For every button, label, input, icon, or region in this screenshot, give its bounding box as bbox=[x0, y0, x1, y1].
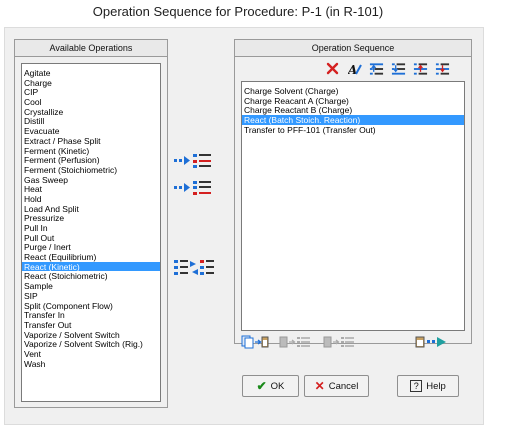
move-to-bottom-button[interactable] bbox=[391, 61, 406, 76]
available-operation-item[interactable]: Transfer Out bbox=[22, 320, 160, 330]
checkmark-icon: ✔ bbox=[256, 379, 267, 393]
available-operation-item[interactable]: Pressurize bbox=[22, 213, 160, 223]
copy-operation-button[interactable] bbox=[241, 335, 269, 349]
available-operation-item[interactable]: Pull Out bbox=[22, 233, 160, 243]
rename-operation-button[interactable]: A bbox=[347, 61, 362, 76]
available-operation-item[interactable]: Heat bbox=[22, 184, 160, 194]
move-to-top-button[interactable] bbox=[369, 61, 384, 76]
help-icon: ? bbox=[410, 380, 423, 392]
sequence-toolbar: A bbox=[325, 61, 450, 77]
dialog-window: Operation Sequence for Procedure: P-1 (i… bbox=[0, 0, 506, 430]
available-operation-item[interactable]: Vaporize / Solvent Switch bbox=[22, 330, 160, 340]
replace-operation-button[interactable] bbox=[172, 258, 216, 278]
help-button[interactable]: ? Help bbox=[397, 375, 459, 397]
sequence-operation-item[interactable]: Transfer to PFF-101 (Transfer Out) bbox=[242, 125, 464, 135]
available-operation-item[interactable]: Pull In bbox=[22, 223, 160, 233]
available-operation-item[interactable]: Gas Sweep bbox=[22, 175, 160, 185]
available-operation-item[interactable]: Ferment (Perfusion) bbox=[22, 155, 160, 165]
available-operation-item[interactable]: Wash bbox=[22, 359, 160, 369]
available-operation-item[interactable]: React (Equilibrium) bbox=[22, 252, 160, 262]
available-operation-item[interactable]: Evacuate bbox=[22, 126, 160, 136]
paste-operation-icon bbox=[323, 336, 354, 348]
cancel-label: Cancel bbox=[328, 380, 359, 392]
sequence-operation-item[interactable]: Charge Solvent (Charge) bbox=[242, 86, 464, 96]
replace-operation-icon bbox=[174, 260, 214, 275]
move-down-icon bbox=[435, 62, 450, 75]
available-operation-item[interactable]: CIP bbox=[22, 87, 160, 98]
move-to-bottom-icon bbox=[391, 62, 406, 75]
available-operation-item[interactable]: Ferment (Kinetic) bbox=[22, 146, 160, 156]
available-operation-item[interactable]: SIP bbox=[22, 291, 160, 301]
add-to-end-button[interactable] bbox=[172, 178, 216, 198]
available-operation-item[interactable]: Transfer In bbox=[22, 310, 160, 320]
paste-operation-icon bbox=[279, 336, 310, 348]
available-operation-item[interactable]: Extract / Phase Split bbox=[22, 136, 160, 146]
available-operation-item[interactable]: Split (Component Flow) bbox=[22, 301, 160, 311]
available-operation-item[interactable]: Load And Split bbox=[22, 204, 160, 214]
available-operation-item[interactable]: Crystallize bbox=[22, 107, 160, 117]
ok-button[interactable]: ✔ OK bbox=[242, 375, 299, 397]
available-operations-header: Available Operations bbox=[15, 40, 167, 57]
dialog-client: Available Operations Agitate Charge CIP Coo… bbox=[4, 27, 484, 425]
available-operation-item[interactable]: Vent bbox=[22, 349, 160, 359]
available-operation-item[interactable]: Agitate bbox=[22, 68, 160, 78]
operation-sequence-panel: Operation Sequence A Charge Solvent (Cha… bbox=[234, 39, 472, 344]
available-operation-item[interactable]: Purge / Inert bbox=[22, 242, 160, 253]
copy-operation-icon bbox=[241, 335, 269, 349]
available-operation-item[interactable]: Distill bbox=[22, 116, 160, 127]
sequence-operation-item[interactable]: React (Batch Stoich. Reaction) bbox=[242, 115, 464, 125]
available-operation-item[interactable]: Ferment (Stoichiometric) bbox=[22, 165, 160, 175]
cancel-button[interactable]: ✕ Cancel bbox=[304, 375, 369, 397]
export-sequence-button[interactable] bbox=[415, 335, 449, 349]
available-operation-item[interactable]: Cool bbox=[22, 97, 160, 107]
rename-icon: A bbox=[348, 63, 362, 76]
available-operation-item[interactable]: React (Stoichiometric) bbox=[22, 271, 160, 282]
insert-after-selected-button[interactable] bbox=[172, 151, 216, 171]
move-up-icon bbox=[413, 62, 428, 75]
add-after-selected-icon bbox=[174, 154, 211, 168]
ok-label: OK bbox=[270, 380, 285, 392]
delete-x-icon bbox=[326, 62, 339, 75]
operation-sequence-header: Operation Sequence bbox=[235, 40, 471, 57]
available-operation-item[interactable]: React (Kinetic) bbox=[22, 261, 160, 272]
export-sequence-icon bbox=[415, 336, 446, 348]
operation-sequence-list[interactable]: Charge Solvent (Charge) Charge Reacant A … bbox=[241, 81, 465, 331]
sequence-operation-item[interactable]: Charge Reactant B (Charge) bbox=[242, 105, 464, 116]
sequence-bottom-tools bbox=[241, 334, 463, 350]
delete-operation-button[interactable] bbox=[325, 61, 340, 76]
add-to-end-icon bbox=[174, 181, 211, 195]
available-operation-item[interactable]: Sample bbox=[22, 281, 160, 291]
available-operations-panel: Available Operations Agitate Charge CIP Coo… bbox=[14, 39, 168, 408]
paste-operation-end-button[interactable] bbox=[323, 335, 357, 349]
move-down-button[interactable] bbox=[435, 61, 450, 76]
window-title: Operation Sequence for Procedure: P-1 (i… bbox=[92, 4, 384, 19]
available-operation-item[interactable]: Charge bbox=[22, 78, 160, 88]
move-to-top-icon bbox=[369, 62, 384, 75]
available-operation-item[interactable]: Hold bbox=[22, 194, 160, 204]
paste-operation-button[interactable] bbox=[279, 335, 313, 349]
available-operations-list[interactable]: Agitate Charge CIP Cool Crystallize Distill Ev… bbox=[21, 63, 161, 402]
help-label: Help bbox=[426, 380, 446, 392]
close-icon: ✕ bbox=[314, 379, 325, 393]
svg-text:A: A bbox=[348, 63, 357, 76]
available-operation-item[interactable]: Vaporize / Solvent Switch (Rig.) bbox=[22, 339, 160, 349]
move-up-button[interactable] bbox=[413, 61, 428, 76]
sequence-operation-item[interactable]: Charge Reacant A (Charge) bbox=[242, 96, 464, 106]
